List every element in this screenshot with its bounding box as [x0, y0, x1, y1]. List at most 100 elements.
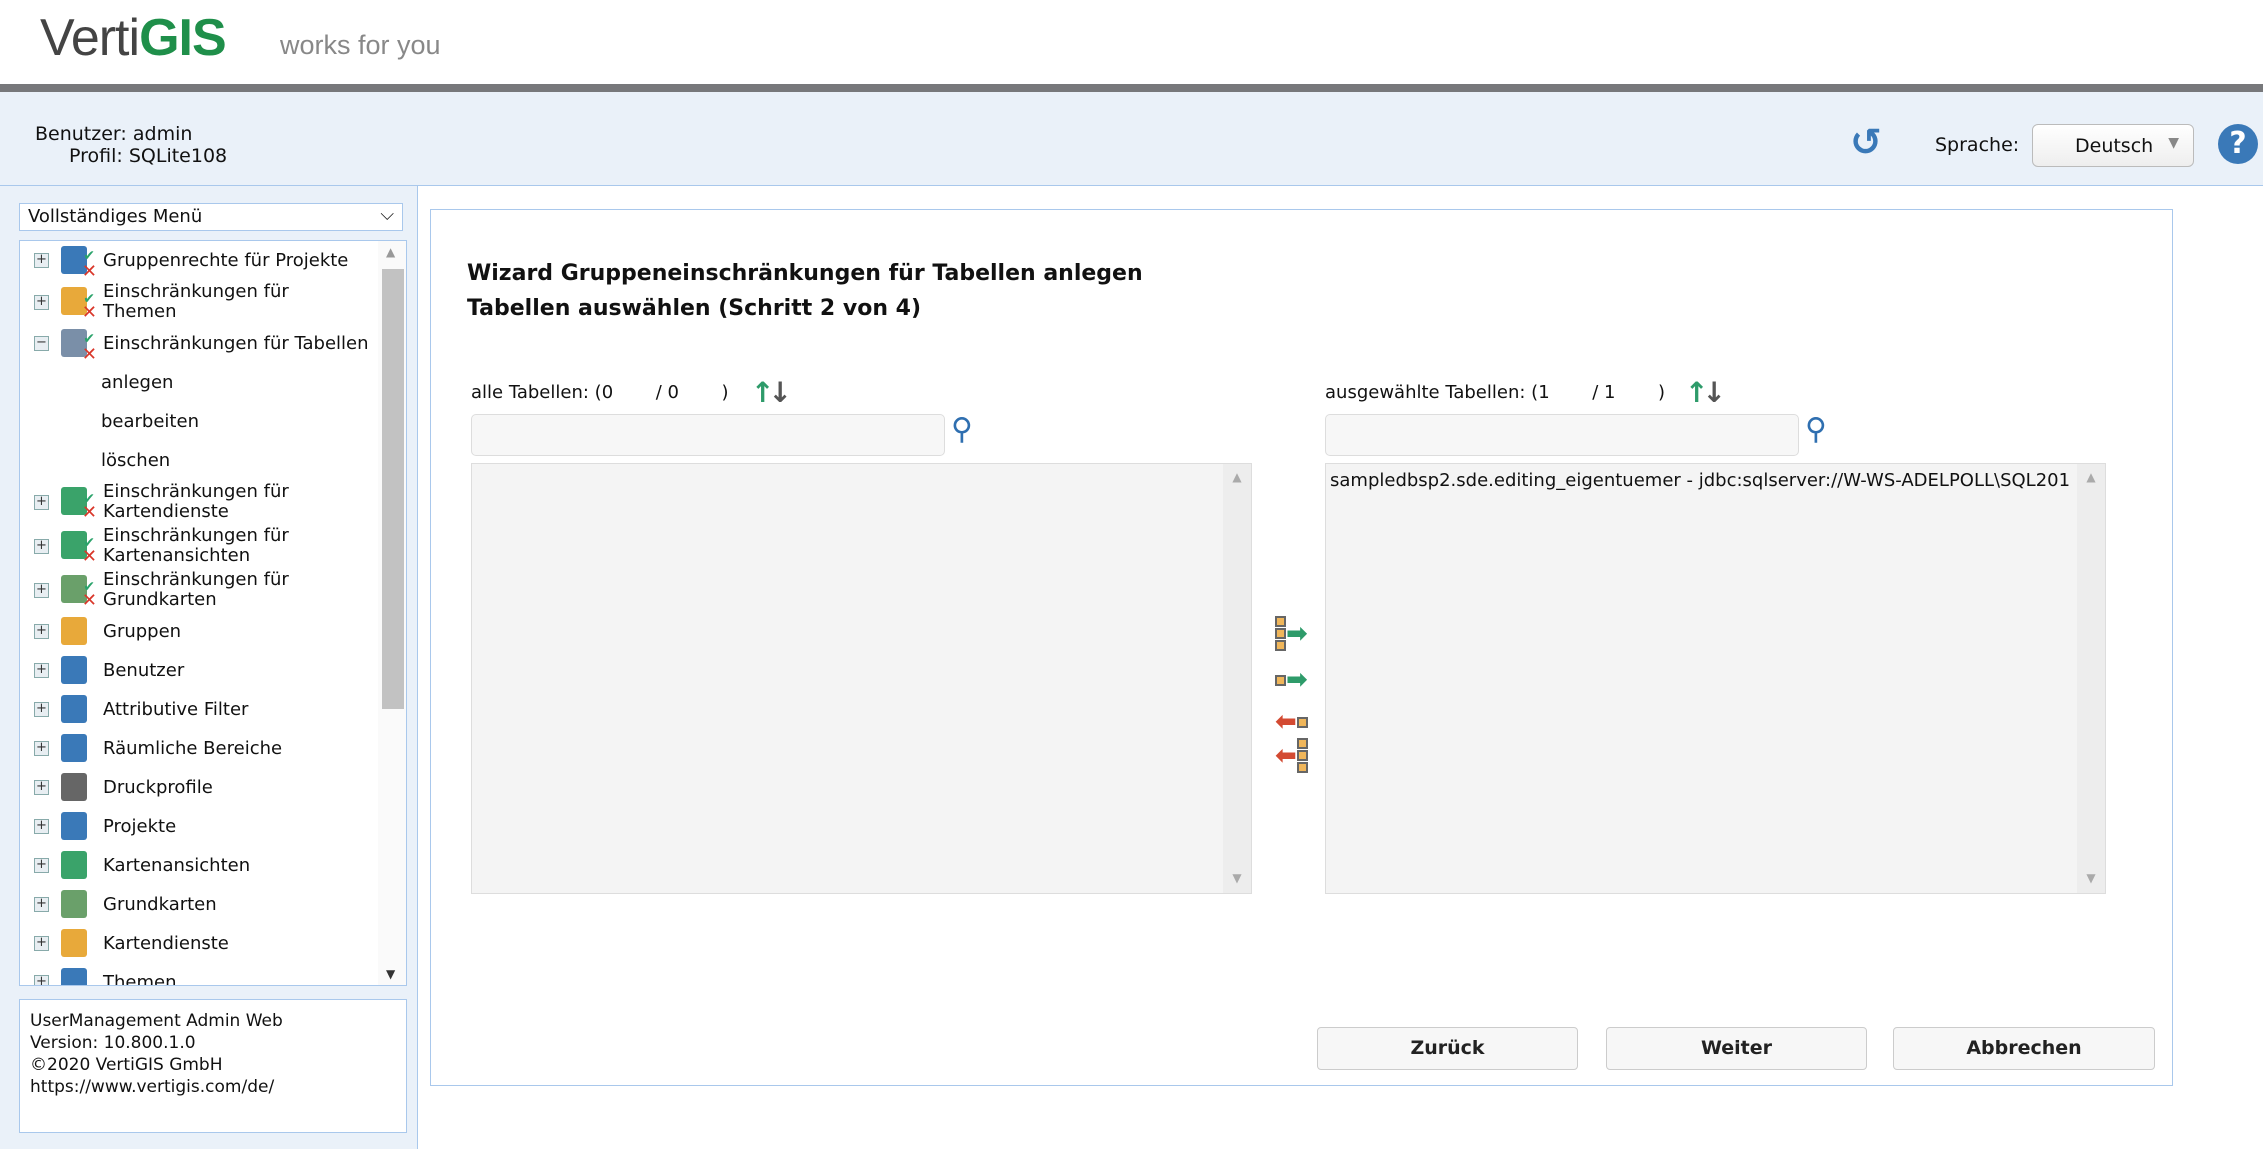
- tree-item[interactable]: + Projekte: [20, 807, 406, 846]
- wizard-panel: Wizard Gruppeneinschränkungen für Tabell…: [430, 209, 2173, 1086]
- expand-icon[interactable]: +: [34, 624, 49, 639]
- tree-item[interactable]: + Räumliche Bereiche: [20, 729, 406, 768]
- refresh-icon[interactable]: ↺: [1850, 120, 1882, 164]
- menu-item-icon: [61, 849, 95, 883]
- tree-rows: + ✔ ✕ Gruppenrechte für Projekte + ✔ ✕ Einschrä…: [20, 241, 406, 986]
- expand-icon[interactable]: +: [34, 294, 49, 310]
- sort-icon[interactable]: ↑↓: [1685, 376, 1726, 409]
- remove-all-button[interactable]: ➡: [1275, 738, 1308, 773]
- tree-item[interactable]: + ✔ ✕ Gruppenrechte für Projekte: [20, 241, 406, 282]
- tree-item[interactable]: + Kartenansichten: [20, 846, 406, 885]
- expand-icon[interactable]: +: [34, 538, 49, 554]
- tree-item[interactable]: + Kartendienste: [20, 924, 406, 963]
- tree-item[interactable]: + Druckprofile: [20, 768, 406, 807]
- tree-item[interactable]: + Gruppen: [20, 612, 406, 651]
- selected-tables-list[interactable]: sampledbsp2.sde.editing_eigentuemer - jd…: [1325, 463, 2106, 894]
- tree-item[interactable]: + ✔ ✕ Einschränkungen für Kartendienste: [20, 480, 406, 524]
- tree-item-label: Einschränkungen für Tabellen: [103, 333, 369, 354]
- menu-item-icon: [61, 732, 95, 766]
- tree-item[interactable]: + ✔ ✕ Einschränkungen für Grundkarten: [20, 568, 406, 612]
- scroll-thumb[interactable]: [382, 269, 404, 709]
- expand-icon[interactable]: +: [34, 582, 49, 598]
- chevron-down-icon: ▼: [2168, 135, 2179, 151]
- tree-item-label: Themen: [103, 972, 177, 986]
- expand-icon[interactable]: +: [34, 494, 49, 510]
- expand-icon[interactable]: +: [34, 819, 49, 834]
- expand-icon[interactable]: +: [34, 858, 49, 873]
- help-icon[interactable]: ?: [2218, 124, 2258, 164]
- remove-selected-button[interactable]: ➡: [1275, 707, 1308, 737]
- expand-icon[interactable]: +: [34, 780, 49, 795]
- tree-item[interactable]: − ✔ ✕ Einschränkungen für Tabellen: [20, 324, 406, 365]
- expand-icon[interactable]: +: [34, 975, 49, 985]
- expand-icon[interactable]: +: [34, 253, 49, 268]
- tree-item[interactable]: + Attributive Filter: [20, 690, 406, 729]
- expand-icon[interactable]: +: [34, 936, 49, 951]
- menu-item-icon: ✔ ✕: [61, 285, 97, 323]
- menu-select[interactable]: Vollständiges Menü ⌵: [19, 203, 403, 231]
- copyright: ©2020 VertiGIS GmbH: [30, 1055, 223, 1075]
- tree-item-label: Einschränkungen für Themen: [103, 281, 289, 322]
- vertigis-link[interactable]: https://www.vertigis.com/de/: [30, 1077, 274, 1097]
- arrow-right-icon: ➡: [1286, 618, 1308, 649]
- user-info-bar: Benutzer: admin Profil: SQLite108 ↺ Spra…: [0, 92, 2263, 186]
- list-scrollbar[interactable]: ▲ ▼: [2077, 464, 2105, 893]
- all-tables-list[interactable]: ▲ ▼: [471, 463, 1252, 894]
- menu-item-icon: [61, 693, 95, 727]
- tree-item-label: Benutzer: [103, 660, 185, 681]
- tree-item-label: Projekte: [103, 816, 177, 837]
- profile-line: Profil: SQLite108: [69, 145, 228, 167]
- list-item[interactable]: sampledbsp2.sde.editing_eigentuemer - jd…: [1330, 470, 2070, 491]
- selected-tables-label: ausgewählte Tabellen: (1/ 1): [1325, 382, 1666, 403]
- search-icon[interactable]: ⚲: [951, 412, 973, 447]
- arrow-left-icon: ➡: [1275, 740, 1297, 771]
- username: admin: [132, 123, 193, 145]
- language-label: Sprache:: [1935, 134, 2020, 156]
- header: VertiGIS works for you: [0, 0, 2263, 84]
- chevron-down-icon: ⌵: [380, 204, 394, 225]
- menu-item-icon: [61, 927, 95, 961]
- header-divider: [0, 84, 2263, 92]
- tree-item-label: bearbeiten: [101, 411, 199, 432]
- tagline: works for you: [280, 30, 441, 60]
- search-icon[interactable]: ⚲: [1805, 412, 1827, 447]
- tree-item[interactable]: löschen: [20, 441, 406, 480]
- collapse-icon[interactable]: −: [34, 336, 49, 351]
- expand-icon[interactable]: +: [34, 663, 49, 678]
- tree-item[interactable]: + ✔ ✕ Einschränkungen für Kartenansichten: [20, 524, 406, 568]
- scroll-down-icon[interactable]: ▼: [386, 967, 395, 981]
- tree-item-label: Gruppenrechte für Projekte: [103, 250, 349, 271]
- tree-scrollbar[interactable]: ▲ ▼: [378, 241, 406, 985]
- all-tables-search-input[interactable]: [471, 414, 945, 456]
- selected-tables-search-input[interactable]: [1325, 414, 1799, 456]
- tree-item[interactable]: + Themen: [20, 963, 406, 986]
- back-button[interactable]: Zurück: [1317, 1027, 1578, 1070]
- all-tables-label: alle Tabellen: (0/ 0): [471, 382, 729, 403]
- add-selected-button[interactable]: ➡: [1275, 665, 1308, 695]
- arrow-right-icon: ➡: [1286, 665, 1308, 695]
- tree-item-label: Einschränkungen für Grundkarten: [103, 569, 289, 610]
- menu-item-icon: ✔ ✕: [61, 327, 97, 365]
- tree-item[interactable]: + Grundkarten: [20, 885, 406, 924]
- sort-icon[interactable]: ↑↓: [751, 376, 792, 409]
- menu-item-icon: ✔ ✕: [61, 573, 97, 611]
- expand-icon[interactable]: +: [34, 741, 49, 756]
- tree-item[interactable]: + Benutzer: [20, 651, 406, 690]
- user-line: Benutzer: admin: [35, 123, 193, 145]
- add-all-button[interactable]: ➡: [1275, 616, 1308, 651]
- tree-item[interactable]: + ✔ ✕ Einschränkungen für Themen: [20, 280, 406, 324]
- tree-item[interactable]: bearbeiten: [20, 402, 406, 441]
- vertigis-logo: VertiGIS: [40, 9, 227, 67]
- list-scrollbar[interactable]: ▲ ▼: [1223, 464, 1251, 893]
- language-select[interactable]: Deutsch ▼: [2032, 124, 2194, 167]
- tree-item-label: anlegen: [101, 372, 174, 393]
- menu-item-icon: [61, 810, 95, 844]
- wizard-step: Tabellen auswählen (Schritt 2 von 4): [467, 296, 922, 321]
- expand-icon[interactable]: +: [34, 897, 49, 912]
- tree-item[interactable]: anlegen: [20, 363, 406, 402]
- next-button[interactable]: Weiter: [1606, 1027, 1867, 1070]
- expand-icon[interactable]: +: [34, 702, 49, 717]
- scroll-up-icon[interactable]: ▲: [386, 245, 395, 259]
- tree-item-label: Druckprofile: [103, 777, 213, 798]
- cancel-button[interactable]: Abbrechen: [1893, 1027, 2155, 1070]
